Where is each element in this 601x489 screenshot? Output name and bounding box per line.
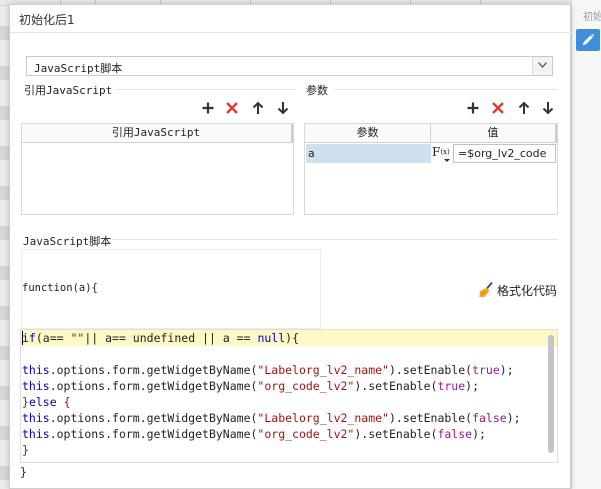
ref-add-button[interactable] (201, 101, 215, 115)
code-line-1[interactable]: if(a== ""|| a== undefined || a == null){ (22, 330, 299, 346)
ref-js-table-header: 引用JavaScript (22, 124, 293, 143)
plus-icon (467, 102, 479, 114)
script-divider (110, 239, 558, 240)
format-code-label: 格式化代码 (497, 284, 558, 298)
code-editor[interactable]: if(a== ""|| a== undefined || a == null){… (20, 329, 558, 463)
script-type-select[interactable]: JavaScript脚本 (26, 56, 553, 76)
ref-move-down-button[interactable] (276, 101, 290, 115)
plus-icon (202, 102, 214, 114)
param-name-cell[interactable]: a (306, 144, 431, 163)
chevron-down-icon (538, 62, 547, 68)
function-closing-brace: } (20, 465, 27, 479)
param-add-button[interactable] (466, 101, 480, 115)
select-toggle[interactable] (532, 57, 552, 75)
fx-sub-label: (x) (440, 148, 450, 156)
arrow-up-icon (252, 101, 264, 114)
code-line-7[interactable]: this.options.form.getWidgetByName("org_c… (22, 426, 486, 442)
caret-down-icon[interactable] (444, 159, 450, 162)
edit-button[interactable] (576, 29, 600, 51)
param-value-cell[interactable]: =$org_lv2_code (453, 144, 556, 163)
code-line-5[interactable]: }else { (22, 394, 71, 410)
arrow-down-icon (542, 102, 554, 115)
params-table: 参数 值 a F(x) =$org_lv2_code (304, 123, 558, 215)
function-signature: function(a){ (22, 282, 98, 294)
code-line-3[interactable]: this.options.form.getWidgetByName("Label… (22, 362, 514, 378)
ref-js-divider (115, 89, 295, 90)
dialog-title: 初始化后1 (19, 13, 75, 27)
param-delete-button[interactable] (491, 101, 505, 115)
ref-move-up-button[interactable] (251, 101, 265, 115)
ref-delete-button[interactable] (225, 101, 239, 115)
ref-js-section-label: 引用JavaScript (24, 84, 113, 97)
param-move-down-button[interactable] (541, 101, 555, 115)
code-line-6[interactable]: this.options.form.getWidgetByName("Label… (22, 410, 521, 426)
close-icon (492, 102, 504, 114)
right-side-panel: 初始 (571, 0, 601, 489)
script-section-label: JavaScript脚本 (23, 235, 112, 248)
code-line-8[interactable]: } (22, 442, 29, 458)
param-name-column-header[interactable]: 参数 (305, 124, 431, 143)
script-dialog: 初始化后1 JavaScript脚本 引用JavaScript 引用JavaSc… (9, 4, 572, 489)
arrow-up-icon (518, 101, 530, 114)
script-type-value: JavaScript脚本 (34, 62, 123, 75)
broom-icon (479, 281, 493, 298)
params-table-scrollbar[interactable] (555, 124, 557, 143)
ref-js-table: 引用JavaScript (21, 123, 294, 215)
params-section-label: 参数 (306, 84, 328, 97)
side-panel-label: 初始 (583, 12, 601, 23)
params-table-header: 参数 值 (305, 124, 557, 143)
ref-table-scrollbar[interactable] (291, 124, 293, 143)
title-divider (10, 32, 572, 33)
param-value-column-header[interactable]: 值 (431, 124, 555, 143)
pencil-icon (583, 33, 595, 45)
arrow-down-icon (277, 102, 289, 115)
ref-js-column-header[interactable]: 引用JavaScript (22, 124, 290, 143)
param-move-up-button[interactable] (517, 101, 531, 115)
params-divider (334, 89, 558, 90)
code-editor-scrollbar[interactable] (548, 335, 554, 453)
background-sidebar (0, 6, 9, 489)
code-line-4[interactable]: this.options.form.getWidgetByName("org_c… (22, 378, 479, 394)
close-icon (226, 102, 238, 114)
